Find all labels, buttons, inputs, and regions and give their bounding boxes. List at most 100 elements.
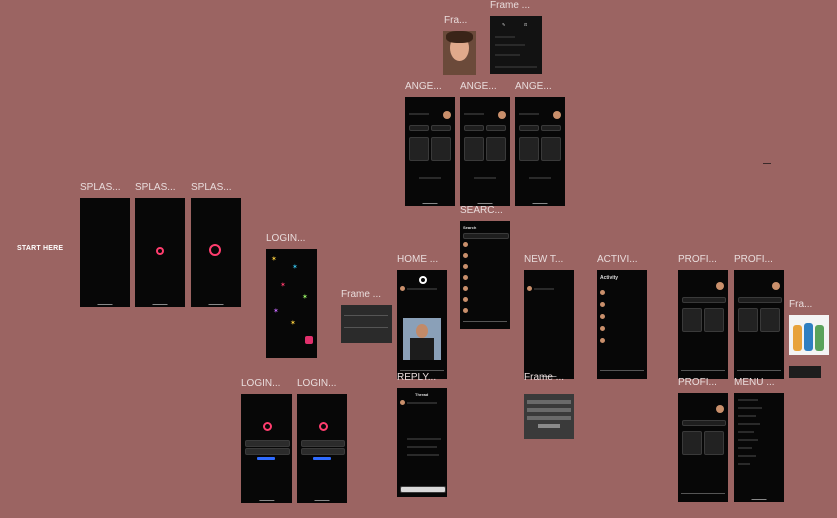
line [407,438,441,440]
menu-item [738,463,750,465]
new-thread-frame[interactable] [524,270,574,379]
home-indicator [152,304,168,305]
profile-frame-1[interactable] [678,270,728,379]
menu-item [738,399,758,401]
line [407,446,437,448]
keyboard-frame[interactable] [524,394,574,439]
frame-title-search[interactable]: SEARC... [460,205,503,216]
line [419,177,441,179]
instagram-icon [263,422,272,431]
avatar [527,286,532,291]
card [682,431,702,455]
activity-frame[interactable]: Activity [597,270,647,379]
illustration-frame[interactable] [789,315,829,355]
card [541,137,561,161]
button [682,420,726,426]
splash-frame-2[interactable] [135,198,185,307]
frame-title-fra-right[interactable]: Fra... [789,299,812,310]
card [431,137,451,161]
profile-frame-2[interactable] [734,270,784,379]
avatar [463,286,468,291]
avatar [600,290,605,295]
frame-title-reply[interactable]: REPLY... [397,372,436,383]
reply-title: Thread [415,392,429,397]
line [474,177,496,179]
frame-title-frame-top[interactable]: Frame ... [490,0,530,11]
line [464,113,484,115]
person-shape [804,323,813,351]
frame-title-profile2[interactable]: PROFI... [734,254,773,265]
ange-frame-1[interactable] [405,97,455,206]
menu-frame[interactable] [734,393,784,502]
person-shape [793,325,802,351]
frame-title-activity[interactable]: ACTIVI... [597,254,638,265]
frame-title-frame-mid[interactable]: Frame ... [341,289,381,300]
frame-title-login2[interactable]: LOGIN... [297,378,336,389]
button [486,125,506,131]
home-frame[interactable] [397,270,447,379]
button [738,297,782,303]
avatar [600,314,605,319]
login-button [257,457,275,460]
splash-frame-1[interactable] [80,198,130,307]
menu-item [738,455,756,457]
start-here-label: START HERE [17,245,64,252]
app-logo-icon [209,244,221,256]
home-indicator [422,203,438,204]
search-input [463,233,509,239]
frame-title-profile3[interactable]: PROFI... [678,377,717,388]
avatar [400,400,405,405]
avatar [716,282,724,290]
frame-title-splash2[interactable]: SPLAS... [135,182,176,193]
card [704,431,724,455]
login-frame-1[interactable] [241,394,292,503]
home-indicator [208,304,224,305]
frame-title-ange3[interactable]: ANGE... [515,81,552,92]
search-frame[interactable]: Search [460,221,510,329]
edit-frame[interactable]: ✎ ⊡ [490,16,542,74]
card [464,137,484,161]
post-image [403,318,441,360]
password-field [245,448,290,455]
frame-title-home[interactable]: HOME ... [397,254,438,265]
input-frame[interactable] [341,305,392,343]
app-logo-icon [156,247,164,255]
frame-title-login-top[interactable]: LOGIN... [266,233,305,244]
frame-title-menu[interactable]: MENU ... [734,377,775,388]
login-confetti-frame[interactable]: ✶ ✶ ✶ ✶ ✶ ✶ [266,249,317,358]
button [541,125,561,131]
reply-frame[interactable]: Thread [397,388,447,497]
menu-item [738,439,758,441]
frame-title-frame-kb[interactable]: Frame ... [524,372,564,383]
frame-title-ange2[interactable]: ANGE... [460,81,497,92]
small-bar-frame[interactable] [789,366,821,378]
ange-frame-3[interactable] [515,97,565,206]
avatar [600,326,605,331]
person-shape [815,325,824,351]
frame-title-splash3[interactable]: SPLAS... [191,182,232,193]
frame-title-ange1[interactable]: ANGE... [405,81,442,92]
profile-frame-3[interactable] [678,393,728,502]
confetti: ✶ [273,308,279,315]
username-field [245,440,290,447]
line [407,454,439,456]
suit-shape [410,338,434,360]
button [431,125,451,131]
reply-input [400,486,446,493]
portrait-frame[interactable] [443,31,476,75]
avatar [716,405,724,413]
menu-item [738,447,752,449]
splash-frame-3[interactable] [191,198,241,307]
canvas-marker [763,163,771,164]
login-frame-2[interactable] [297,394,347,503]
frame-title-splash1[interactable]: SPLAS... [80,182,121,193]
line [534,288,554,290]
line [529,177,551,179]
line [407,402,437,404]
avatar [443,111,451,119]
frame-title-login1[interactable]: LOGIN... [241,378,280,389]
frame-title-fra-top[interactable]: Fra... [444,15,467,26]
frame-title-new-thread[interactable]: NEW T... [524,254,563,265]
frame-title-profile1[interactable]: PROFI... [678,254,717,265]
ange-frame-2[interactable] [460,97,510,206]
